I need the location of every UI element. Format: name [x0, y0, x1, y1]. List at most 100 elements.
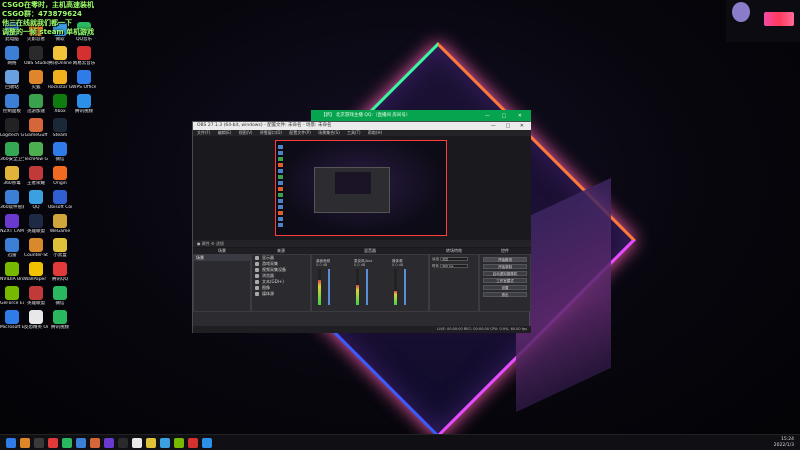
taskbar-app-icon[interactable]	[62, 438, 72, 448]
transition-type-select[interactable]: 淡出	[440, 257, 469, 261]
menu-scene-collection[interactable]: 场景集合(S)	[318, 130, 340, 135]
obs-window[interactable]: OBS 27.1.3 (64-bit, windows) - 配置文件: 未命名…	[192, 121, 531, 333]
desktop-icon-label: 英雄联盟	[27, 229, 45, 234]
menu-file[interactable]: 文件(F)	[197, 130, 210, 135]
desktop-icon-label: TechPow GPU-Z	[24, 157, 48, 162]
desktop-icon[interactable]: 英雄联盟	[24, 214, 48, 234]
desktop-icon[interactable]: 360软件管家	[0, 190, 24, 210]
desktop-icon[interactable]: 反恐精英 Online	[24, 310, 48, 330]
obs-preview-canvas[interactable]	[275, 140, 447, 236]
desktop-icon[interactable]: Rockstar Games	[48, 70, 72, 90]
desktop-icon[interactable]: Xbox	[48, 94, 72, 114]
settings-button[interactable]: 设置	[483, 285, 527, 290]
desktop-icon[interactable]: Logitech G HUB	[0, 118, 24, 138]
desktop-icon[interactable]: TechPow GPU-Z	[24, 142, 48, 162]
desktop-icon[interactable]: 网络	[0, 46, 24, 66]
transition-duration-input[interactable]: 300 ms	[440, 264, 469, 268]
desktop-icon-label: 英雄联盟	[27, 301, 45, 306]
taskbar-app-icon[interactable]	[146, 438, 156, 448]
desktop-icon[interactable]: 微信	[48, 142, 72, 162]
app-icon	[77, 70, 91, 84]
desktop-icon[interactable]: 360杀毒	[0, 166, 24, 186]
volume-meter	[318, 269, 321, 305]
taskbar-app-icon[interactable]	[20, 438, 30, 448]
obs-source-toolbar[interactable]: ● 属性 ⚙ 滤镜	[193, 240, 531, 247]
overlay-line: CSGO在零时，主机高速装机	[2, 1, 95, 9]
desktop-icon[interactable]: WPS Office	[72, 70, 96, 90]
menu-edit[interactable]: 编辑(E)	[218, 130, 232, 135]
overlay-line: CSGO群：473879624	[2, 10, 82, 18]
desktop-icon[interactable]: 微信	[48, 286, 72, 306]
desktop-icon[interactable]: QQ	[24, 190, 48, 210]
desktop-icon[interactable]: 英雄联盟	[24, 286, 48, 306]
taskbar-app-icon[interactable]	[174, 438, 184, 448]
desktop-icon[interactable]: NZXT CAM	[0, 214, 24, 234]
taskbar-app-icon[interactable]	[48, 438, 58, 448]
source-item[interactable]: 媒体源	[252, 291, 310, 297]
desktop-icon[interactable]: 王者荣耀	[24, 166, 48, 186]
app-icon	[29, 118, 43, 132]
taskbar-app-icon[interactable]	[202, 438, 212, 448]
desktop-icon[interactable]: 腾讯视频	[72, 94, 96, 114]
start-streaming-button[interactable]: 开始推流	[483, 257, 527, 262]
desktop-icon[interactable]: 迅游加速	[24, 94, 48, 114]
desktop-icon[interactable]: 360安全卫士	[0, 142, 24, 162]
taskbar-app-icon[interactable]	[104, 438, 114, 448]
desktop-icon[interactable]: NVIDIA Broadcast	[0, 262, 24, 282]
menu-profile[interactable]: 配置文件(P)	[289, 130, 311, 135]
taskbar-app-icon[interactable]	[6, 438, 16, 448]
taskbar-app-icon[interactable]	[34, 438, 44, 448]
obs-titlebar[interactable]: OBS 27.1.3 (64-bit, windows) - 配置文件: 未命名…	[193, 122, 531, 130]
webcam-overlay	[726, 0, 800, 42]
meter-fill	[394, 291, 397, 305]
app-icon	[29, 262, 43, 276]
desktop-icon[interactable]: Origin	[48, 166, 72, 186]
volume-fader[interactable]	[328, 269, 330, 305]
desktop-icon[interactable]: Ubisoft Connect	[48, 190, 72, 210]
taskbar-app-icon[interactable]	[90, 438, 100, 448]
desktop-icon[interactable]: 腾讯QQ	[48, 262, 72, 282]
start-recording-button[interactable]: 开始录制	[483, 264, 527, 269]
desktop-icon[interactable]: WallPaper Engine	[24, 262, 48, 282]
taskbar-clock[interactable]: 15:24 2022/1/3	[774, 437, 794, 449]
app-icon	[53, 310, 67, 324]
taskbar-app-icon[interactable]	[132, 438, 142, 448]
desktop-icon[interactable]: 火狐	[24, 70, 48, 90]
taskbar-app-icon[interactable]	[118, 438, 128, 448]
desktop-icon[interactable]: Counter-Strike	[24, 238, 48, 258]
desktop-icon-label: 火狐	[31, 85, 41, 90]
menu-help[interactable]: 帮助(H)	[368, 130, 382, 135]
menu-view[interactable]: 视图(V)	[239, 130, 253, 135]
desktop-icon[interactable]: 网易云音乐	[72, 46, 96, 66]
desktop-icon[interactable]: WeGame	[48, 214, 72, 234]
desktop-icon-label: 火影忍者	[27, 37, 45, 42]
desktop-icon[interactable]: 小黑盒	[48, 238, 72, 258]
desktop-icon[interactable]: 回收站	[0, 70, 24, 90]
desktop-icon-label: NVIDIA Broadcast	[0, 277, 24, 282]
obs-window-controls[interactable]: — □ ✕	[491, 122, 528, 130]
desktop-icon-label: Origin	[53, 181, 67, 186]
exit-button[interactable]: 退出	[483, 292, 527, 297]
desktop-icon[interactable]: 腾讯视频	[48, 310, 72, 330]
app-icon	[5, 238, 19, 252]
desktop-icon[interactable]: Steam	[48, 118, 72, 138]
taskbar-app-icon[interactable]	[160, 438, 170, 448]
studio-mode-button[interactable]: 工作室模式	[483, 278, 527, 283]
desktop-icon[interactable]: 迅雷	[0, 238, 24, 258]
desktop-icon-label: WPS Office	[72, 85, 96, 90]
desktop-icon-label: QQ	[32, 205, 40, 210]
desktop-icon[interactable]: 控制面板	[0, 94, 24, 114]
volume-fader[interactable]	[404, 269, 406, 305]
desktop-icon[interactable]: 腾讯Online	[48, 46, 72, 66]
virtual-camera-button[interactable]: 启动虚拟摄像机	[483, 271, 527, 276]
scene-item[interactable]: 场景	[194, 255, 250, 261]
desktop-icon[interactable]: GameGuff	[24, 118, 48, 138]
desktop-icon[interactable]: GeForce Experience	[0, 286, 24, 306]
menu-docks[interactable]: 停靠窗口(D)	[260, 130, 282, 135]
taskbar-app-icon[interactable]	[188, 438, 198, 448]
desktop-icon[interactable]: OBS Studio	[24, 46, 48, 66]
taskbar-app-icon[interactable]	[76, 438, 86, 448]
menu-tools[interactable]: 工具(T)	[347, 130, 361, 135]
volume-fader[interactable]	[366, 269, 368, 305]
desktop-icon[interactable]: Microsoft Edge	[0, 310, 24, 330]
